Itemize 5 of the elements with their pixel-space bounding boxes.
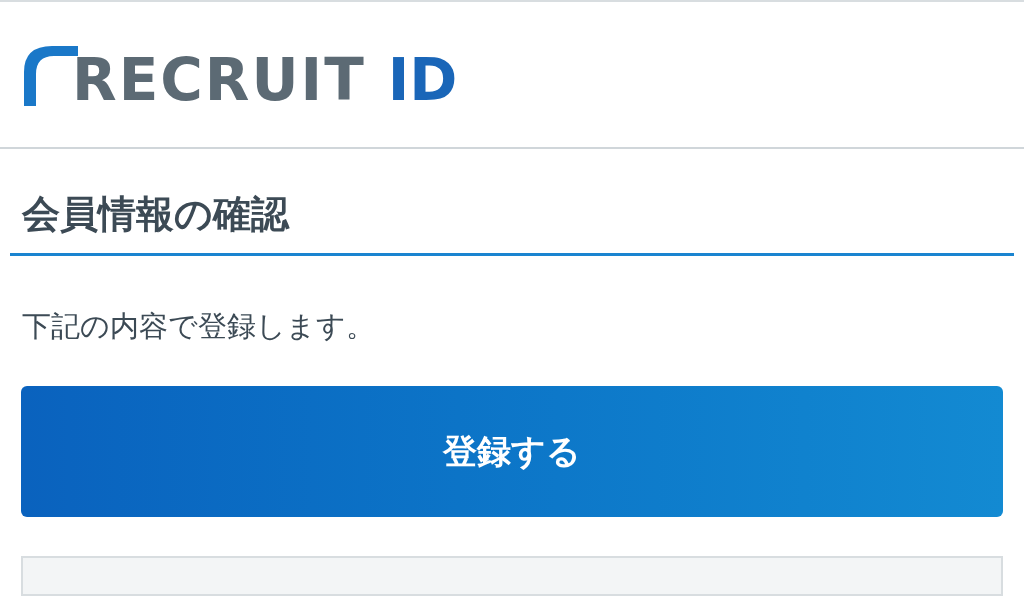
logo-text: RECRUIT: [72, 50, 366, 109]
submit-button[interactable]: 登録する: [21, 385, 1003, 517]
page-title: 会員情報の確認: [10, 149, 1014, 256]
logo-suffix: ID: [387, 50, 458, 109]
message-text: 下記の内容で登録します。: [21, 307, 376, 344]
